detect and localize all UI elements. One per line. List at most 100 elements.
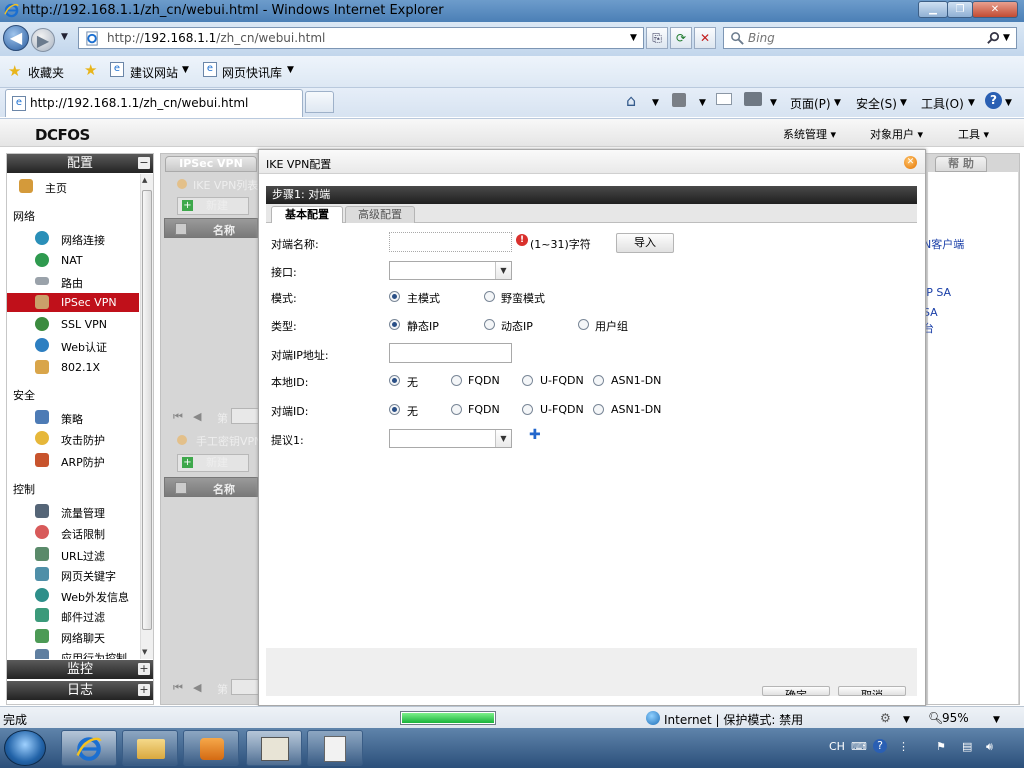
volume-icon[interactable]: 🔊︎ bbox=[986, 740, 993, 754]
collapse-icon[interactable]: − bbox=[138, 157, 150, 169]
chevron-down-icon[interactable]: ▼ bbox=[287, 65, 294, 75]
taskbar-media-player[interactable] bbox=[183, 730, 239, 766]
menu-object-users[interactable]: 对象用户 ▾ bbox=[870, 126, 923, 142]
first-page-icon[interactable]: ⏮ bbox=[173, 681, 183, 695]
local-id-ufqdn-radio[interactable] bbox=[522, 375, 533, 386]
taskbar-app-window[interactable] bbox=[246, 730, 302, 766]
expand-icon[interactable]: + bbox=[138, 684, 150, 696]
nav-item-policy[interactable]: 策略 bbox=[15, 408, 139, 427]
nav-item-mail-filter[interactable]: 邮件过滤 bbox=[15, 606, 139, 625]
minimize-button[interactable]: ▁ bbox=[918, 1, 948, 18]
chevron-down-icon[interactable]: ▼ bbox=[182, 65, 189, 75]
type-static-radio[interactable] bbox=[389, 319, 400, 330]
nav-item-web-auth[interactable]: Web认证 bbox=[15, 336, 139, 355]
help-icon[interactable]: ? bbox=[873, 739, 887, 753]
page-input[interactable] bbox=[231, 679, 259, 695]
nav-scrollbar-thumb[interactable] bbox=[142, 190, 152, 630]
nav-item-ipsec-vpn[interactable]: IPSec VPN bbox=[7, 293, 139, 312]
scroll-up-icon[interactable]: ▲ bbox=[142, 176, 147, 184]
type-usergroup-radio[interactable] bbox=[578, 319, 589, 330]
close-window-button[interactable]: ✕ bbox=[972, 1, 1018, 18]
tab-ipsec-vpn[interactable]: IPSec VPN bbox=[165, 156, 257, 172]
read-mail-icon[interactable] bbox=[716, 93, 732, 105]
status-icon[interactable]: ⚙ bbox=[880, 711, 891, 725]
back-button[interactable]: ◀ bbox=[3, 25, 29, 51]
search-dropdown-icon[interactable]: ▼ bbox=[1003, 33, 1010, 43]
chevron-down-icon[interactable]: ▼ bbox=[834, 98, 841, 108]
network-icon[interactable]: ▤ bbox=[962, 740, 972, 753]
add-proposal-icon[interactable]: ✚ bbox=[529, 427, 541, 443]
chevron-down-icon[interactable]: ▼ bbox=[699, 98, 706, 108]
peer-name-input[interactable] bbox=[389, 232, 512, 252]
right-link-client[interactable]: N客户端 bbox=[923, 236, 964, 252]
web-slice-gallery-link[interactable]: 网页快讯库 bbox=[222, 64, 282, 81]
cancel-button[interactable]: 取消 bbox=[838, 686, 906, 696]
nav-item-app-behavior[interactable]: 应用行为控制 bbox=[15, 647, 139, 659]
menu-tools[interactable]: 工具 ▾ bbox=[958, 126, 989, 142]
nav-item-arp-defense[interactable]: ARP防护 bbox=[15, 451, 139, 470]
expand-icon[interactable]: + bbox=[138, 663, 150, 675]
peer-ip-input[interactable] bbox=[389, 343, 512, 363]
ok-button[interactable]: 确定 bbox=[762, 686, 830, 696]
search-input[interactable] bbox=[748, 30, 978, 46]
tools-menu[interactable]: 工具(O) bbox=[921, 95, 964, 112]
select-all-checkbox[interactable] bbox=[175, 482, 187, 494]
nav-item-attack-defense[interactable]: 攻击防护 bbox=[15, 429, 139, 448]
safety-menu[interactable]: 安全(S) bbox=[856, 95, 897, 112]
stop-button[interactable]: ✕ bbox=[694, 27, 716, 49]
interface-select[interactable]: ▼ bbox=[389, 261, 512, 280]
peer-id-fqdn-radio[interactable] bbox=[451, 404, 462, 415]
zoom-icon[interactable]: 🔍︎ bbox=[928, 711, 943, 725]
search-box[interactable]: ▼ bbox=[723, 27, 1017, 49]
history-dropdown-icon[interactable]: ▼ bbox=[61, 32, 68, 42]
nav-item-web-outbound[interactable]: Web外发信息 bbox=[15, 586, 139, 605]
add-favorite-icon[interactable]: ★ bbox=[84, 61, 97, 79]
address-bar[interactable]: http://192.168.1.1/zh_cn/webui.html ▼ bbox=[78, 27, 644, 49]
nav-item-8021x[interactable]: 802.1X bbox=[15, 358, 139, 377]
mode-main-radio[interactable] bbox=[389, 291, 400, 302]
chevron-down-icon[interactable]: ▼ bbox=[652, 98, 659, 108]
url-text[interactable]: http://192.168.1.1/zh_cn/webui.html bbox=[107, 31, 325, 45]
prev-page-icon[interactable]: ◀ bbox=[193, 410, 201, 423]
nav-header-monitor[interactable]: 监控 + bbox=[7, 660, 153, 679]
menu-system-management[interactable]: 系统管理 ▾ bbox=[783, 126, 836, 142]
nav-item-im-chat[interactable]: 网络聊天 bbox=[15, 627, 139, 646]
mode-aggressive-radio[interactable] bbox=[484, 291, 495, 302]
start-button[interactable] bbox=[4, 730, 46, 766]
feeds-icon[interactable] bbox=[672, 93, 686, 107]
security-zone-text[interactable]: Internet | 保护模式: 禁用 bbox=[664, 711, 803, 728]
local-id-asn1-radio[interactable] bbox=[593, 375, 604, 386]
nav-header-config[interactable]: 配置 − bbox=[7, 154, 153, 173]
chevron-down-icon[interactable]: ▼ bbox=[903, 715, 910, 725]
new-tab-button[interactable] bbox=[305, 91, 334, 113]
refresh-button[interactable]: ⟳ bbox=[670, 27, 692, 49]
tab-advanced-config[interactable]: 高级配置 bbox=[345, 206, 415, 223]
page-menu[interactable]: 页面(P) bbox=[790, 95, 831, 112]
chevron-down-icon[interactable]: ▼ bbox=[968, 98, 975, 108]
browser-tab-active[interactable]: e http://192.168.1.1/zh_cn/webui.html bbox=[5, 89, 303, 117]
taskbar-ie[interactable] bbox=[61, 730, 117, 766]
search-icon[interactable] bbox=[986, 31, 1001, 46]
zoom-level[interactable]: 95% bbox=[942, 711, 969, 725]
tab-help[interactable]: 帮 助 bbox=[935, 156, 987, 172]
right-link-ip-sa[interactable]: IP SA bbox=[923, 286, 951, 299]
taskbar-explorer[interactable] bbox=[122, 730, 178, 766]
nav-header-log[interactable]: 日志 + bbox=[7, 681, 153, 700]
nav-item-web-keyword[interactable]: 网页关键字 bbox=[15, 565, 139, 584]
nav-item-session-limit[interactable]: 会话限制 bbox=[15, 523, 139, 542]
select-all-checkbox[interactable] bbox=[175, 223, 187, 235]
peer-id-none-radio[interactable] bbox=[389, 404, 400, 415]
nav-item-home[interactable]: 主页 bbox=[15, 177, 139, 196]
tab-basic-config[interactable]: 基本配置 bbox=[271, 206, 343, 223]
taskbar-document[interactable] bbox=[307, 730, 363, 766]
dialog-close-icon[interactable]: ✕ bbox=[904, 156, 917, 169]
suggested-sites-link[interactable]: 建议网站 bbox=[130, 64, 178, 81]
local-id-fqdn-radio[interactable] bbox=[451, 375, 462, 386]
page-input[interactable] bbox=[231, 408, 259, 424]
nav-item-url-filter[interactable]: URL过滤 bbox=[15, 545, 139, 564]
nav-item-network-connection[interactable]: 网络连接 bbox=[15, 229, 139, 248]
compatibility-view-button[interactable]: ⎘ bbox=[646, 27, 668, 49]
chevron-down-icon[interactable]: ▼ bbox=[993, 715, 1000, 725]
local-id-none-radio[interactable] bbox=[389, 375, 400, 386]
home-icon[interactable]: ⌂ bbox=[626, 91, 636, 110]
